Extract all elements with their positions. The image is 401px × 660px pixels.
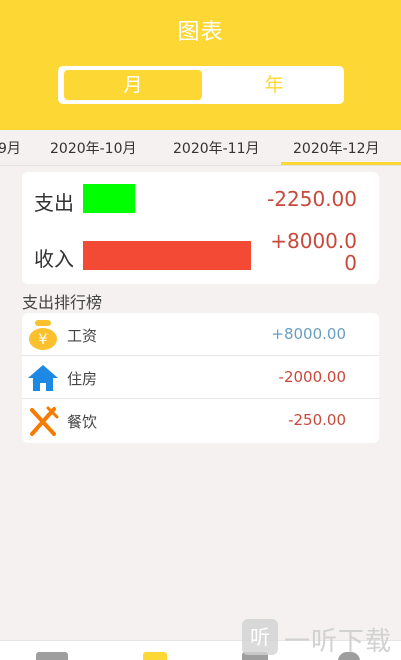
list-item[interactable]: 餐饮 -250.00 bbox=[22, 399, 379, 442]
watermark: 听 一听下载 bbox=[242, 617, 401, 657]
month-selector: 9月 2020年-10月 2020年-11月 2020年-12月 bbox=[0, 130, 401, 166]
list-item-amount: -250.00 bbox=[288, 411, 346, 429]
list-item[interactable]: 住房 -2000.00 bbox=[22, 356, 379, 399]
tab-year[interactable]: 年 bbox=[206, 70, 342, 100]
summary-card: 支出 -2250.00 收入 +8000.0 0 bbox=[22, 172, 379, 284]
month-item-october[interactable]: 2020年-10月 bbox=[50, 138, 137, 158]
details-tab-icon[interactable] bbox=[36, 652, 68, 660]
month-item-december[interactable]: 2020年-12月 bbox=[293, 138, 380, 158]
watermark-badge: 听 bbox=[242, 619, 278, 655]
expense-amount: -2250.00 bbox=[267, 187, 357, 211]
income-amount: +8000.0 0 bbox=[270, 230, 357, 274]
svg-text:¥: ¥ bbox=[39, 332, 48, 348]
selected-month-indicator bbox=[281, 162, 401, 165]
expense-ranking-list: ¥ 工资 +8000.00 住房 -2000.00 餐饮 -250.00 bbox=[22, 313, 379, 443]
month-item-september[interactable]: 9月 bbox=[0, 138, 21, 158]
page-title: 图表 bbox=[177, 20, 224, 45]
month-item-november[interactable]: 2020年-11月 bbox=[173, 138, 260, 158]
list-item-name: 餐饮 bbox=[67, 413, 98, 431]
watermark-text: 一听下载 bbox=[284, 627, 393, 657]
tab-month[interactable]: 月 bbox=[64, 70, 202, 100]
income-label: 收入 bbox=[34, 247, 74, 271]
list-item[interactable]: ¥ 工资 +8000.00 bbox=[22, 313, 379, 356]
list-item-amount: +8000.00 bbox=[271, 325, 346, 343]
expense-label: 支出 bbox=[34, 191, 74, 215]
fork-knife-icon bbox=[30, 406, 59, 436]
expense-bar bbox=[83, 184, 135, 213]
money-bag-icon: ¥ bbox=[29, 320, 57, 350]
expense-ranking-title: 支出排行榜 bbox=[22, 293, 103, 312]
chart-tab-icon[interactable] bbox=[143, 652, 167, 660]
list-item-name: 住房 bbox=[67, 370, 98, 388]
income-bar bbox=[83, 241, 251, 270]
list-item-name: 工资 bbox=[67, 327, 98, 345]
income-amount-line2: 0 bbox=[344, 251, 357, 275]
income-amount-line1: +8000.0 bbox=[270, 229, 357, 253]
app-header: 图表 月 年 bbox=[0, 0, 401, 130]
period-toggle: 月 年 bbox=[58, 66, 344, 104]
list-item-amount: -2000.00 bbox=[278, 368, 346, 386]
house-icon bbox=[28, 365, 58, 391]
